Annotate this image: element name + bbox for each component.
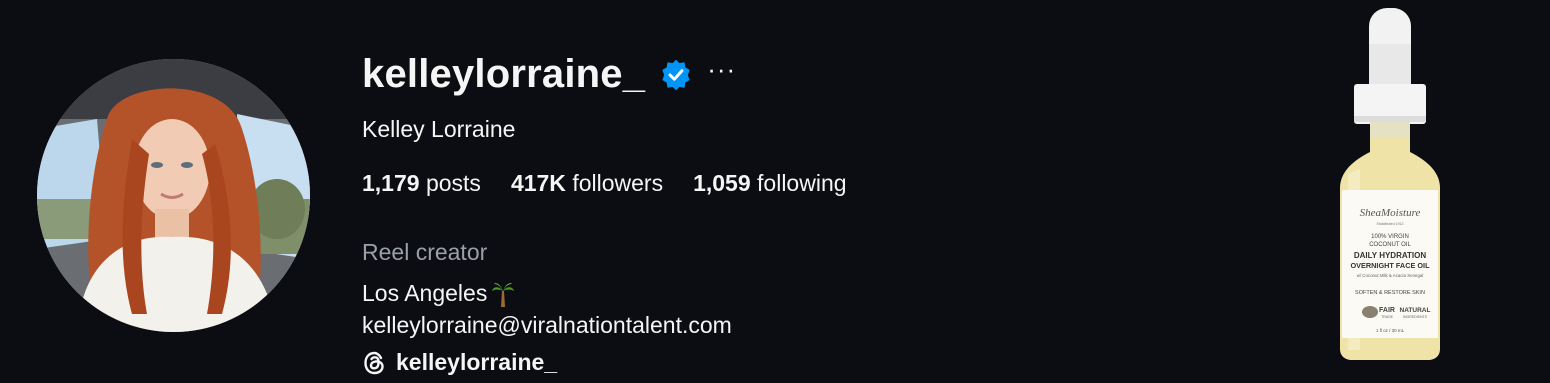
badge-fair: FAIR bbox=[1379, 307, 1395, 314]
face-oil-product-image: SheaMoisture Established 1912 100% VIRGI… bbox=[1340, 8, 1440, 360]
brand-text: SheaMoisture bbox=[1360, 207, 1421, 219]
threads-handle: kelleylorraine_ bbox=[396, 349, 558, 375]
following-stat[interactable]: 1,059 following bbox=[693, 170, 846, 197]
username: kelleylorraine_ bbox=[362, 52, 646, 96]
label-line3: DAILY HYDRATION bbox=[1354, 251, 1427, 260]
brand-sub-text: Established 1912 bbox=[1377, 222, 1404, 226]
avatar-photo bbox=[37, 59, 310, 332]
posts-count: 1,179 bbox=[362, 170, 420, 196]
badge-natural: NATURAL bbox=[1400, 307, 1431, 314]
verified-badge-icon bbox=[662, 59, 690, 90]
threads-link[interactable]: kelleylorraine_ bbox=[362, 349, 557, 376]
label-line6: SOFTEN & RESTORE SKIN bbox=[1355, 290, 1425, 296]
label-line1: 100% VIRGIN bbox=[1371, 234, 1409, 240]
posts-label: posts bbox=[425, 170, 481, 196]
following-label: following bbox=[757, 170, 847, 196]
heart-icon bbox=[1362, 306, 1378, 318]
label-line4: OVERNIGHT FACE OIL bbox=[1350, 261, 1430, 270]
followers-label: followers bbox=[572, 170, 664, 196]
bio-location: Los Angeles bbox=[362, 280, 515, 307]
followers-stat[interactable]: 417K followers bbox=[511, 170, 663, 197]
label-line5: w/ Coconut Milk & Acacia Senegal bbox=[1357, 273, 1424, 278]
followers-count: 417K bbox=[510, 170, 566, 196]
full-name: Kelley Lorraine bbox=[362, 116, 516, 142]
posts-stat[interactable]: 1,179 posts bbox=[362, 170, 481, 197]
profile-avatar[interactable] bbox=[37, 59, 310, 332]
bio-email: kelleylorraine@viralnationtalent.com bbox=[362, 312, 732, 338]
volume-text: 1 fl oz / 30 mL bbox=[1376, 328, 1405, 333]
username-row: kelleylorraine_ ··· bbox=[362, 52, 736, 97]
profile-stats: 1,179 posts 417K followers 1,059 followi… bbox=[362, 170, 847, 197]
following-count: 1,059 bbox=[693, 170, 751, 196]
badge-trade: TRADE bbox=[1381, 315, 1394, 319]
badge-ingredients: INGREDIENTS bbox=[1403, 315, 1428, 319]
profile-category: Reel creator bbox=[362, 239, 488, 265]
location-text: Los Angeles bbox=[362, 280, 488, 306]
more-options-button[interactable]: ··· bbox=[707, 56, 736, 82]
threads-icon bbox=[364, 351, 384, 374]
palm-tree-icon bbox=[492, 282, 515, 307]
label-line2: COCONUT OIL bbox=[1369, 242, 1411, 248]
